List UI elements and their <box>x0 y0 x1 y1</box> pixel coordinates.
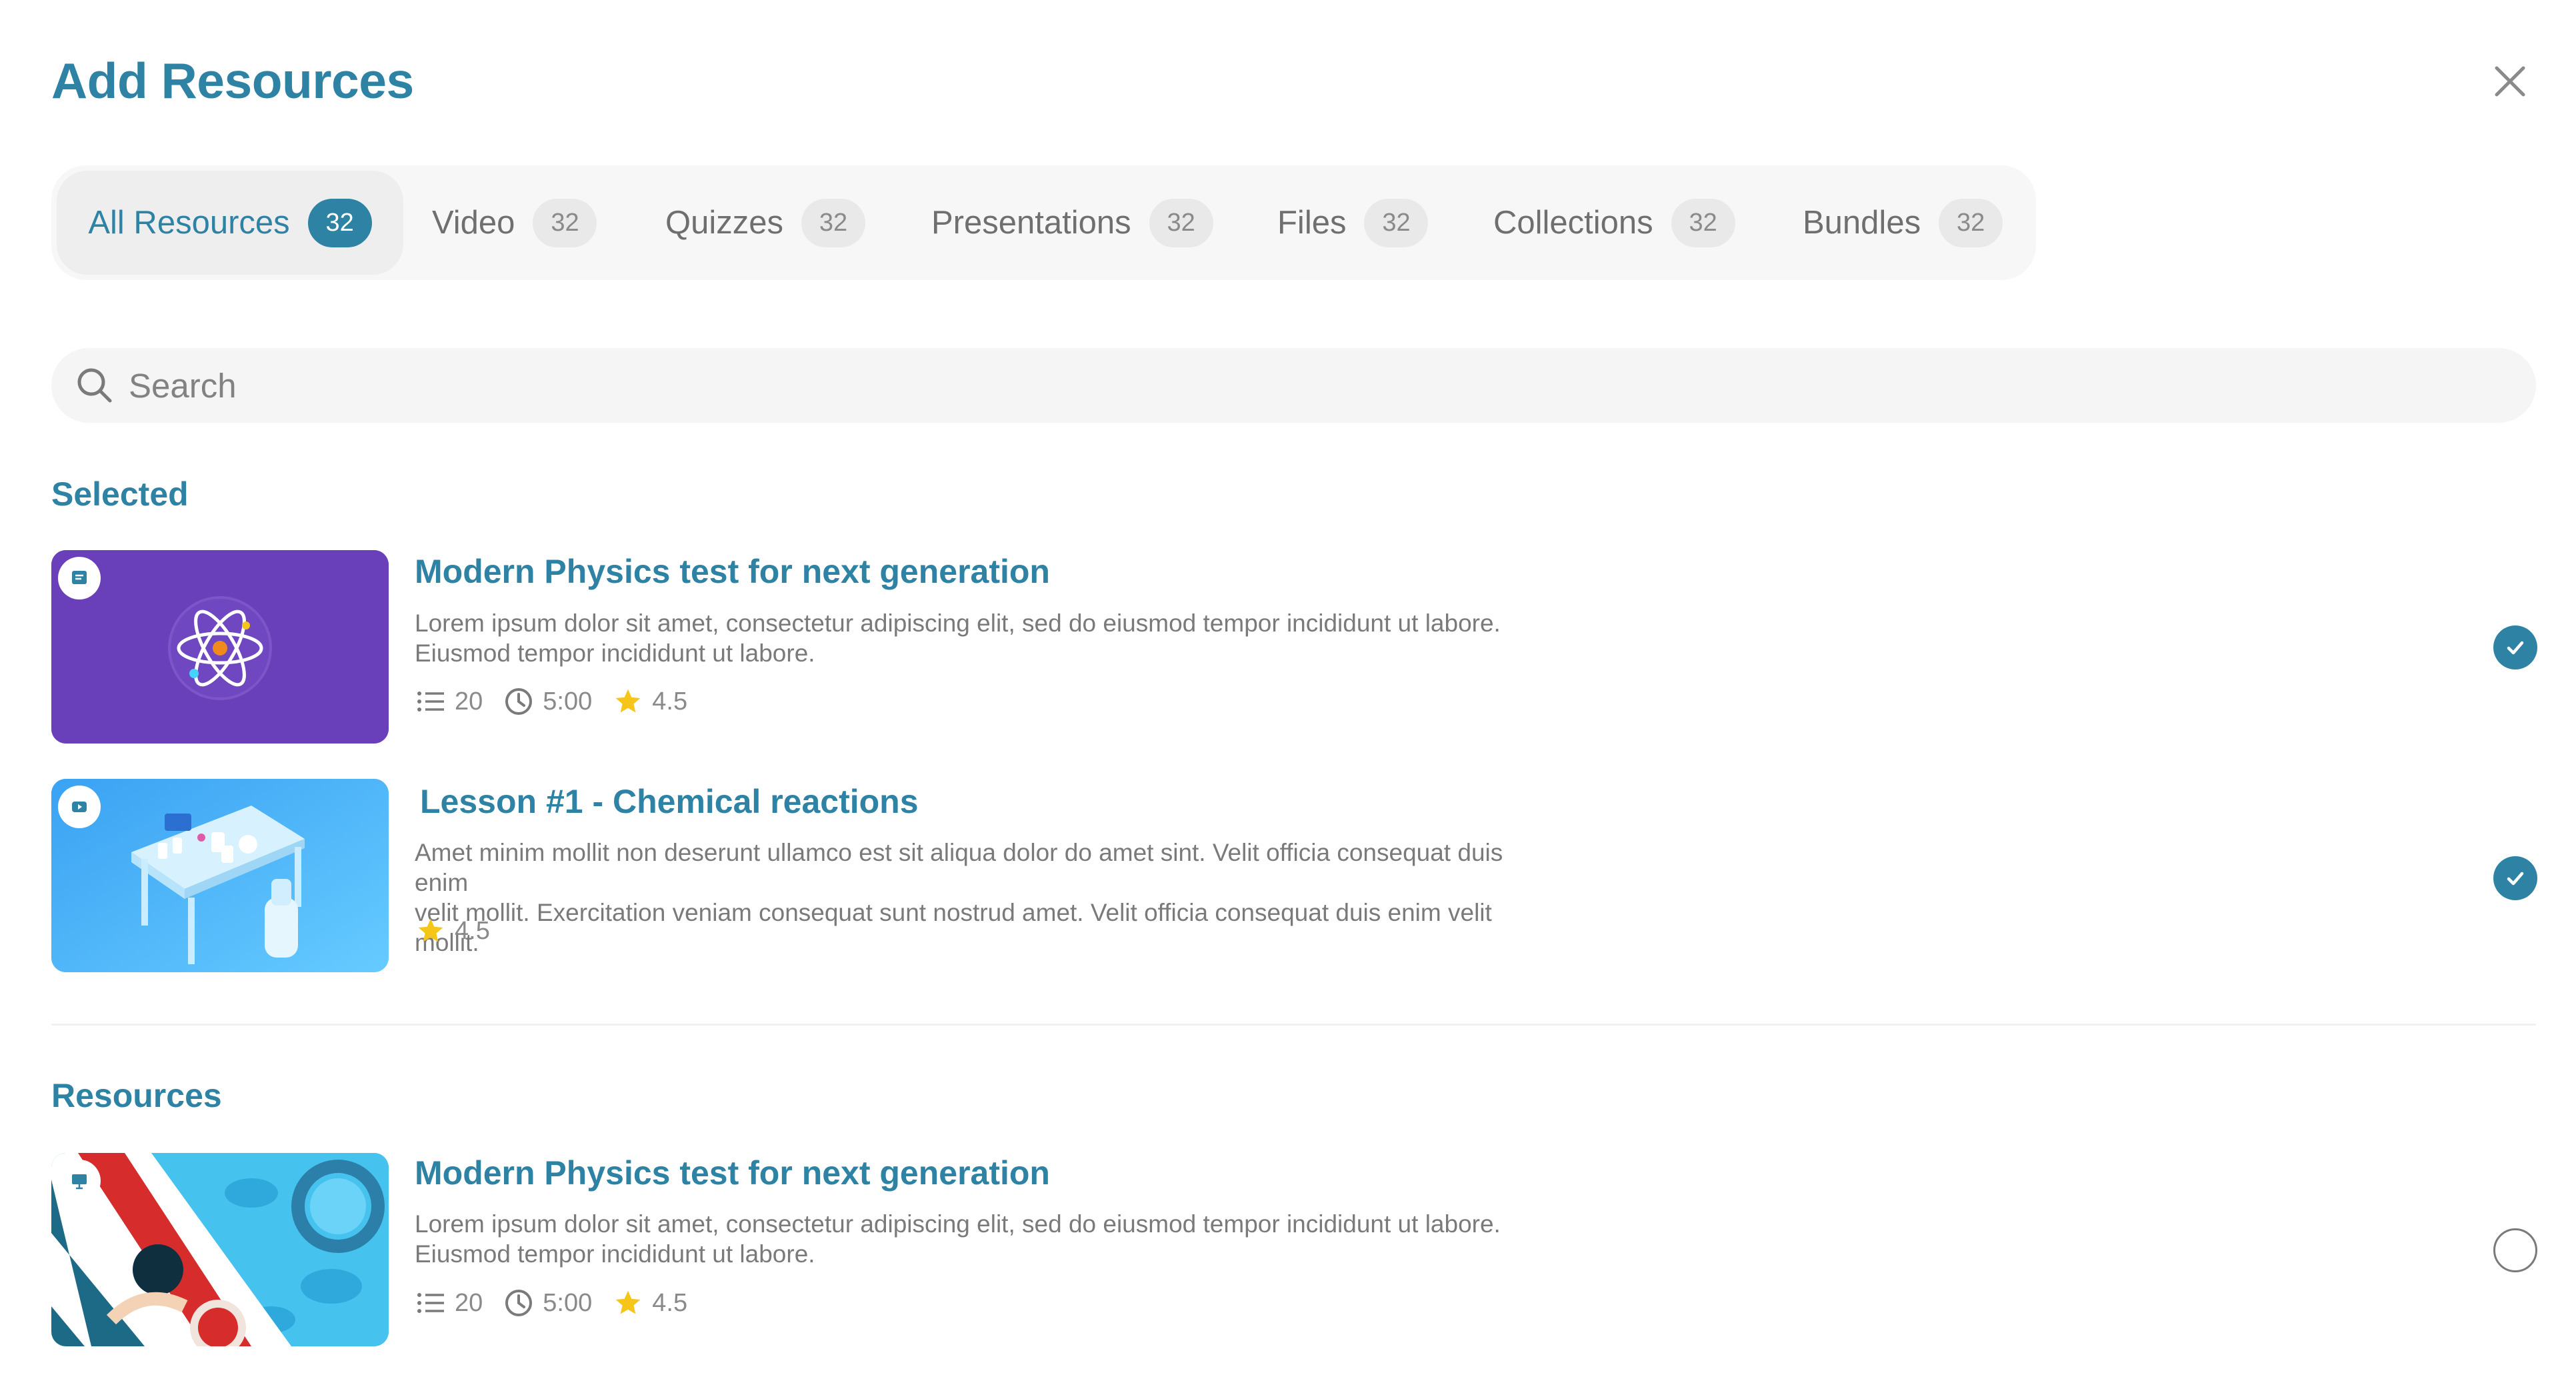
tab-presentations[interactable]: Presentations 32 <box>931 171 1213 275</box>
close-icon[interactable] <box>2490 61 2530 101</box>
tab-count-badge: 32 <box>801 198 866 247</box>
checkmark-icon <box>2507 641 2524 655</box>
quiz-type-badge <box>58 557 101 599</box>
resource-meta: 20 5:00 4.5 <box>416 1288 709 1318</box>
selected-section-title: Selected <box>51 475 189 513</box>
question-count: 20 <box>416 687 483 716</box>
resource-description: Lorem ipsum dolor sit amet, consectetur … <box>415 608 1561 668</box>
tab-count-badge: 32 <box>1671 198 1735 247</box>
tab-label: All Resources <box>88 205 290 241</box>
quiz-icon <box>72 571 87 584</box>
resource-description: Amet minim mollit non deserunt ullamco e… <box>415 838 1561 958</box>
section-divider <box>51 1024 2536 1026</box>
star-icon <box>615 689 641 713</box>
resource-title[interactable]: Lesson #1 - Chemical reactions <box>420 782 919 821</box>
resource-meta: 4.5 <box>416 916 511 946</box>
description-line: Eiusmod tempor incididunt ut labore. <box>415 639 815 667</box>
search-icon <box>77 368 112 403</box>
star-icon <box>418 918 443 942</box>
description-line: velit mollit. Exercitation veniam conseq… <box>415 899 1492 956</box>
description-line: Eiusmod tempor incididunt ut labore. <box>415 1240 815 1268</box>
rating-value: 4.5 <box>455 916 490 945</box>
tab-bundles[interactable]: Bundles 32 <box>1803 171 2003 275</box>
duration-value: 5:00 <box>543 1288 593 1317</box>
description-line: Amet minim mollit non deserunt ullamco e… <box>415 839 1503 896</box>
list-icon <box>417 691 444 712</box>
select-checkbox-checked[interactable] <box>2493 856 2537 900</box>
duration-value: 5:00 <box>543 687 593 716</box>
resource-thumbnail[interactable] <box>51 550 389 744</box>
tab-label: Files <box>1277 205 1347 241</box>
tab-all-resources[interactable]: All Resources 32 <box>57 171 403 275</box>
video-icon <box>72 802 87 812</box>
duration: 5:00 <box>504 687 592 716</box>
tab-label: Collections <box>1493 205 1653 241</box>
clock-icon <box>505 1290 533 1316</box>
question-count: 20 <box>416 1289 483 1318</box>
resource-thumbnail[interactable] <box>51 779 389 972</box>
resource-title[interactable]: Modern Physics test for next generation <box>415 1154 1050 1192</box>
tab-label: Bundles <box>1803 205 1921 241</box>
tab-quizzes[interactable]: Quizzes 32 <box>665 171 866 275</box>
presentation-icon <box>72 1174 87 1190</box>
resource-title[interactable]: Modern Physics test for next generation <box>415 552 1050 591</box>
rating: 4.5 <box>416 916 490 946</box>
resource-type-tabs: All Resources 32 Video 32 Quizzes 32 Pre… <box>51 165 2036 280</box>
question-count-value: 20 <box>455 687 483 716</box>
rating: 4.5 <box>613 687 687 716</box>
resource-description: Lorem ipsum dolor sit amet, consectetur … <box>415 1209 1561 1269</box>
search-placeholder: Search <box>129 366 237 405</box>
description-line: Lorem ipsum dolor sit amet, consectetur … <box>415 609 1501 637</box>
tab-count-badge: 32 <box>1364 198 1429 247</box>
rating: 4.5 <box>613 1288 687 1318</box>
list-icon <box>417 1293 444 1313</box>
duration: 5:00 <box>504 1288 592 1318</box>
clock-icon <box>505 688 533 715</box>
select-checkbox-unchecked[interactable] <box>2493 1228 2537 1272</box>
description-line: Lorem ipsum dolor sit amet, consectetur … <box>415 1210 1501 1238</box>
swimmer-illustration <box>51 1153 389 1346</box>
tab-files[interactable]: Files 32 <box>1277 171 1429 275</box>
tab-count-badge: 32 <box>307 198 372 247</box>
tab-label: Presentations <box>931 205 1131 241</box>
atom-illustration <box>51 550 389 744</box>
search-input[interactable]: Search <box>51 348 2536 423</box>
page-title: Add Resources <box>51 53 414 109</box>
tab-video[interactable]: Video 32 <box>432 171 597 275</box>
presentation-type-badge <box>58 1160 101 1202</box>
tab-count-badge: 32 <box>1149 198 1213 247</box>
tab-collections[interactable]: Collections 32 <box>1493 171 1735 275</box>
star-icon <box>615 1290 641 1314</box>
resource-meta: 20 5:00 4.5 <box>416 687 709 716</box>
tab-count-badge: 32 <box>533 198 597 247</box>
resources-section-title: Resources <box>51 1077 222 1114</box>
rating-value: 4.5 <box>652 1288 688 1317</box>
checkmark-icon <box>2507 872 2524 886</box>
video-type-badge <box>58 786 101 828</box>
resource-thumbnail[interactable] <box>51 1153 389 1346</box>
tab-label: Quizzes <box>665 205 784 241</box>
select-checkbox-checked[interactable] <box>2493 625 2537 669</box>
tab-count-badge: 32 <box>1939 198 2003 247</box>
tab-label: Video <box>432 205 515 241</box>
question-count-value: 20 <box>455 1288 483 1317</box>
rating-value: 4.5 <box>652 687 688 716</box>
lab-table-illustration <box>51 779 389 972</box>
